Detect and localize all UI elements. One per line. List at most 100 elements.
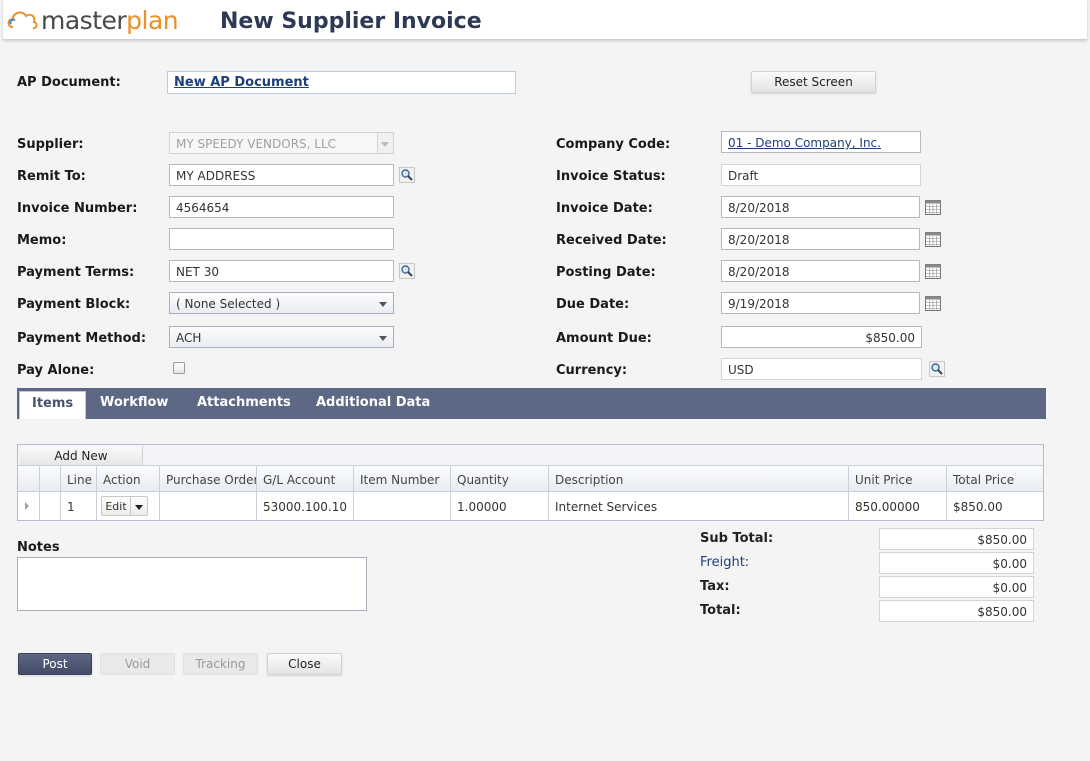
currency-label: Currency: [556, 363, 628, 378]
cell-line: 1 [61, 492, 97, 520]
total-field: $850.00 [879, 600, 1034, 622]
company-code-label: Company Code: [556, 137, 671, 152]
edit-button[interactable]: Edit [101, 496, 131, 516]
column-header-purchase-order[interactable]: Purchase Order [160, 466, 257, 491]
remit-to-label: Remit To: [17, 169, 86, 184]
tax-label: Tax: [700, 579, 730, 594]
tax-field: $0.00 [879, 576, 1034, 598]
column-header-item-number[interactable]: Item Number [354, 466, 451, 491]
payment-terms-label: Payment Terms: [17, 265, 135, 280]
due-date-field[interactable]: 9/19/2018 [721, 292, 920, 314]
column-header-unit-price[interactable]: Unit Price [849, 466, 947, 491]
payment-terms-field[interactable]: NET 30 [169, 260, 394, 282]
supplier-select[interactable]: MY SPEEDY VENDORS, LLC [169, 132, 394, 154]
invoice-status-field: Draft [721, 164, 921, 186]
cell-total-price: $850.00 [953, 500, 1003, 514]
ap-document-field[interactable]: New AP Document [167, 71, 516, 94]
cell-purchase-order [160, 492, 257, 520]
column-header-line[interactable]: Line [61, 466, 97, 491]
tab-bar: Items Workflow Attachments Additional Da… [17, 388, 1046, 419]
freight-link[interactable]: Freight: [700, 555, 749, 570]
cell-unit-price: 850.00000 [849, 492, 947, 520]
payment-block-label: Payment Block: [17, 297, 131, 312]
terms-lookup-search-icon[interactable] [399, 263, 415, 279]
invoice-number-field[interactable]: 4564654 [169, 196, 394, 218]
freight-field: $0.00 [879, 552, 1034, 574]
column-header-gl-account[interactable]: G/L Account [257, 466, 354, 491]
supplier-value: MY SPEEDY VENDORS, LLC [176, 137, 337, 151]
due-date-label: Due Date: [556, 297, 630, 312]
cloud-logo-icon [7, 11, 38, 30]
cell-action: Edit [97, 492, 160, 520]
edit-menu-button[interactable] [130, 496, 148, 516]
memo-field[interactable] [169, 228, 394, 250]
due-date-calendar-icon[interactable] [925, 295, 941, 311]
supplier-label: Supplier: [17, 137, 84, 152]
app-header: masterplan New Supplier Invoice [3, 0, 1087, 40]
tab-attachments[interactable]: Attachments [197, 391, 291, 416]
received-date-calendar-icon[interactable] [925, 231, 941, 247]
tab-items[interactable]: Items [19, 391, 87, 419]
close-button[interactable]: Close [267, 653, 342, 675]
column-header-description[interactable]: Description [549, 466, 849, 491]
cell-quantity: 1.00000 [451, 492, 549, 520]
chevron-down-icon [379, 336, 387, 341]
currency-field[interactable]: USD [721, 358, 922, 380]
received-date-label: Received Date: [556, 233, 667, 248]
column-header-action[interactable]: Action [97, 466, 160, 491]
payment-method-select[interactable]: ACH [169, 326, 394, 348]
column-header-total-price[interactable]: Total Price [947, 466, 1043, 491]
grid-toolbar: Add New [18, 445, 1043, 466]
row-indicator-header [18, 466, 40, 491]
tab-workflow[interactable]: Workflow [100, 391, 168, 416]
total-label: Total: [700, 603, 741, 618]
subtotal-field: $850.00 [879, 528, 1034, 550]
invoice-date-field[interactable]: 8/20/2018 [721, 196, 920, 218]
row-indicator[interactable] [18, 492, 40, 520]
payment-method-value: ACH [176, 331, 202, 345]
chevron-down-icon [135, 505, 143, 510]
ap-document-label: AP Document: [17, 75, 121, 90]
invoice-date-label: Invoice Date: [556, 201, 653, 216]
cell-description: Internet Services [549, 492, 849, 520]
posting-date-calendar-icon[interactable] [925, 263, 941, 279]
post-button[interactable]: Post [18, 653, 92, 675]
invoice-status-label: Invoice Status: [556, 169, 666, 184]
posting-date-label: Posting Date: [556, 265, 656, 280]
pay-alone-label: Pay Alone: [17, 363, 95, 378]
column-header-quantity[interactable]: Quantity [451, 466, 549, 491]
reset-screen-button[interactable]: Reset Screen [751, 71, 876, 93]
row-select[interactable] [40, 492, 61, 520]
pay-alone-checkbox[interactable] [173, 362, 185, 374]
cell-item-number [354, 492, 451, 520]
invoice-number-label: Invoice Number: [17, 201, 138, 216]
payment-block-select[interactable]: ( None Selected ) [169, 292, 394, 314]
tracking-button[interactable]: Tracking [183, 653, 258, 675]
chevron-down-icon [379, 302, 387, 307]
row-arrow-icon [25, 502, 29, 510]
notes-textarea[interactable] [17, 557, 367, 611]
remit-to-field[interactable]: MY ADDRESS [169, 164, 394, 186]
received-date-field[interactable]: 8/20/2018 [721, 228, 920, 250]
logo-text: masterplan [41, 5, 179, 35]
currency-lookup-search-icon[interactable] [929, 361, 945, 377]
company-code-field[interactable]: 01 - Demo Company, Inc. [721, 131, 921, 153]
items-grid: Add New Line Action Purchase Order G/L A… [17, 444, 1044, 521]
tab-additional-data[interactable]: Additional Data [316, 391, 430, 416]
invoice-date-calendar-icon[interactable] [925, 199, 941, 215]
cell-gl-account: 53000.100.10 [257, 492, 354, 520]
add-new-button[interactable]: Add New [20, 446, 143, 465]
table-row[interactable]: 1 Edit 53000.100.10 1.00000 Internet Ser… [18, 492, 1043, 520]
memo-label: Memo: [17, 233, 67, 248]
amount-due-field[interactable]: $850.00 [721, 326, 922, 348]
select-header [40, 466, 61, 491]
supplier-dropdown-arrow[interactable] [377, 133, 393, 153]
posting-date-field[interactable]: 8/20/2018 [721, 260, 920, 282]
remit-lookup-search-icon[interactable] [399, 167, 415, 183]
void-button[interactable]: Void [100, 653, 175, 675]
grid-header-row: Line Action Purchase Order G/L Account I… [18, 466, 1043, 492]
payment-block-value: ( None Selected ) [176, 297, 281, 311]
masterplan-logo[interactable]: masterplan [5, 3, 179, 37]
notes-label: Notes [17, 540, 60, 555]
amount-due-label: Amount Due: [556, 331, 652, 346]
